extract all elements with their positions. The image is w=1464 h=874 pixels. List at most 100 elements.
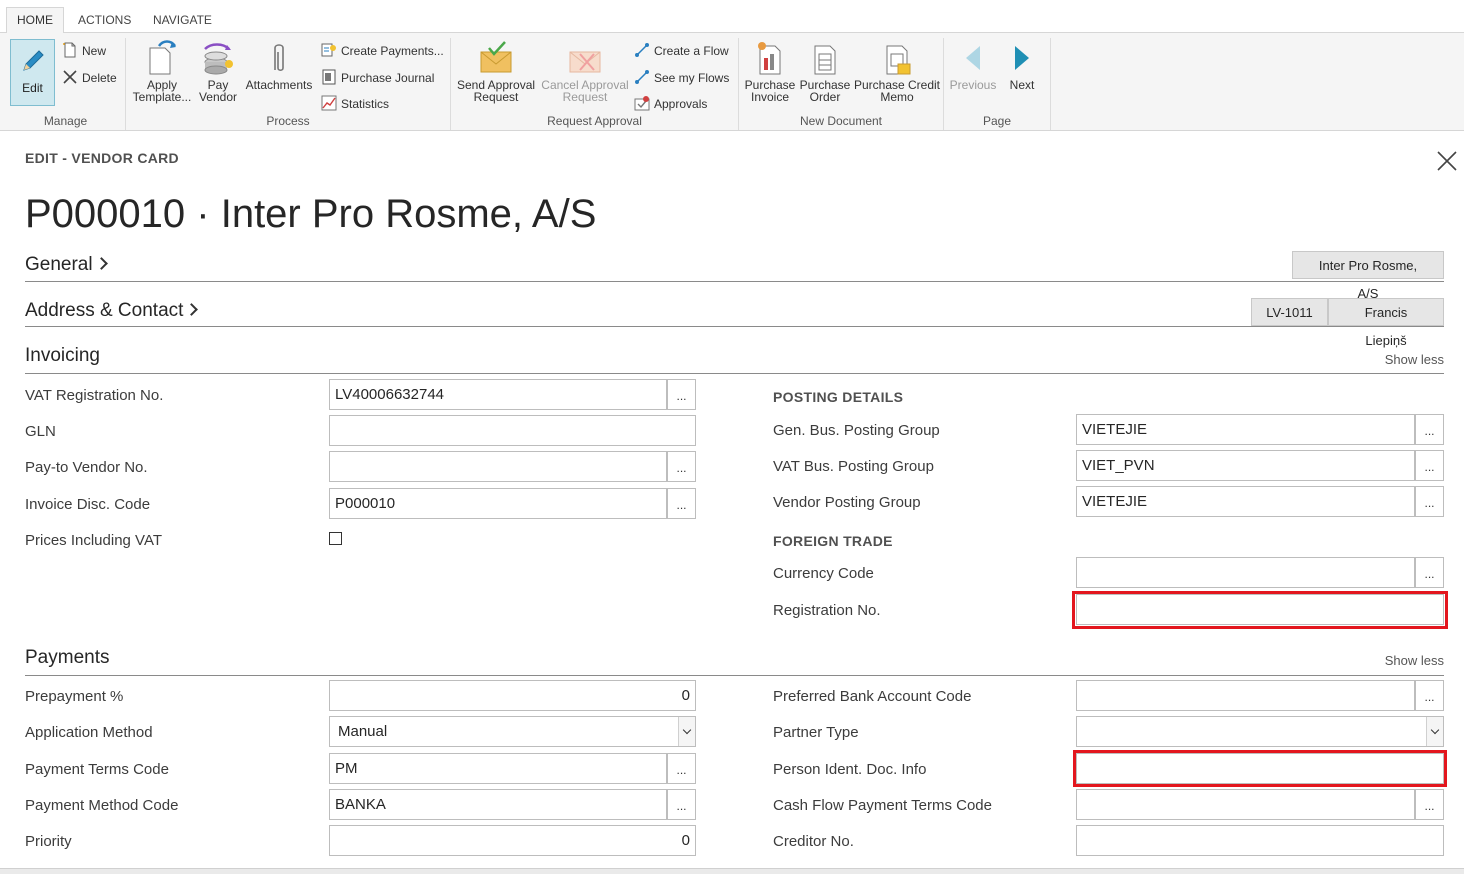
- vat-bus-posting-group-lookup-button[interactable]: ...: [1415, 450, 1444, 481]
- create-flow-button[interactable]: Create a Flow: [634, 42, 729, 60]
- payment-terms-code-lookup-button[interactable]: ...: [667, 753, 696, 784]
- partner-type-select[interactable]: [1076, 716, 1444, 747]
- pay-to-vendor-label: Pay-to Vendor No.: [25, 459, 148, 476]
- purchase-credit-memo-label-2: Memo: [880, 90, 914, 104]
- gen-bus-posting-group-lookup-button[interactable]: ...: [1415, 414, 1444, 445]
- create-payments-label: Create Payments...: [341, 44, 444, 58]
- create-payments-button[interactable]: Create Payments...: [321, 42, 444, 60]
- pay-to-vendor-lookup-button[interactable]: ...: [667, 451, 696, 482]
- apply-template-label-2: Template...: [132, 90, 192, 104]
- group-process: Apply Template... Pay Vendor Attachments…: [126, 38, 451, 130]
- prepayment-field[interactable]: 0: [329, 680, 696, 711]
- edit-button[interactable]: Edit: [10, 39, 55, 106]
- purchase-journal-button[interactable]: Purchase Journal: [321, 69, 434, 87]
- invoice-disc-code-label: Invoice Disc. Code: [25, 496, 151, 513]
- preferred-bank-account-label: Preferred Bank Account Code: [773, 688, 972, 705]
- edit-label: Edit: [22, 81, 43, 95]
- previous-arrow-icon: [956, 40, 990, 76]
- purchase-order-button[interactable]: Purchase Order: [798, 40, 852, 103]
- cancel-approval-request-button[interactable]: Cancel Approval Request: [539, 40, 631, 103]
- close-icon[interactable]: [1436, 150, 1458, 172]
- payment-method-code-field[interactable]: BANKA: [329, 789, 667, 820]
- fasttab-general-header[interactable]: General: [25, 254, 108, 276]
- invoicing-show-less-link[interactable]: Show less: [1385, 352, 1444, 367]
- purchase-invoice-icon: [753, 40, 787, 76]
- vendor-posting-group-lookup-button[interactable]: ...: [1415, 486, 1444, 517]
- previous-button[interactable]: Previous: [948, 40, 998, 91]
- approvals-icon: [634, 95, 650, 111]
- fasttab-invoicing-title[interactable]: Invoicing: [25, 345, 100, 367]
- group-label-request-approval: Request Approval: [547, 114, 642, 128]
- purchase-journal-label: Purchase Journal: [341, 71, 435, 85]
- gen-bus-posting-group-field[interactable]: VIETEJIE: [1076, 414, 1415, 445]
- cash-flow-payment-terms-label: Cash Flow Payment Terms Code: [773, 797, 992, 814]
- approvals-button[interactable]: Approvals: [634, 95, 707, 113]
- prices-including-vat-checkbox[interactable]: [329, 532, 342, 545]
- purchase-order-icon: [808, 40, 842, 76]
- pay-vendor-button[interactable]: Pay Vendor: [196, 40, 240, 103]
- preferred-bank-account-lookup-button[interactable]: ...: [1415, 680, 1444, 711]
- group-manage: Edit New Delete Manage: [6, 38, 126, 130]
- currency-code-label: Currency Code: [773, 565, 874, 582]
- attachments-button[interactable]: Attachments: [242, 40, 316, 91]
- see-my-flows-button[interactable]: See my Flows: [634, 69, 729, 87]
- purchase-invoice-button[interactable]: Purchase Invoice: [743, 40, 797, 103]
- tab-actions[interactable]: ACTIONS: [68, 8, 141, 33]
- statistics-button[interactable]: Statistics: [321, 95, 389, 113]
- pay-to-vendor-field[interactable]: [329, 451, 667, 482]
- cancel-approval-label-2: Request: [562, 90, 608, 104]
- posting-details-heading: POSTING DETAILS: [773, 389, 904, 405]
- gln-field[interactable]: [329, 415, 696, 446]
- vat-registration-lookup-button[interactable]: ...: [667, 379, 696, 410]
- cash-flow-payment-terms-lookup-button[interactable]: ...: [1415, 789, 1444, 820]
- application-method-label: Application Method: [25, 724, 153, 741]
- tab-navigate[interactable]: NAVIGATE: [143, 8, 222, 33]
- cash-flow-payment-terms-field[interactable]: [1076, 789, 1415, 820]
- creditor-no-field[interactable]: [1076, 825, 1444, 856]
- apply-template-button[interactable]: Apply Template...: [130, 40, 194, 103]
- vat-bus-posting-group-label: VAT Bus. Posting Group: [773, 458, 934, 475]
- currency-code-lookup-button[interactable]: ...: [1415, 557, 1444, 588]
- page-title: P000010 · Inter Pro Rosme, A/S: [25, 192, 597, 236]
- previous-label: Previous: [949, 78, 997, 92]
- chevron-down-icon[interactable]: [1426, 717, 1443, 746]
- vendor-posting-group-label: Vendor Posting Group: [773, 494, 921, 511]
- payment-method-code-label: Payment Method Code: [25, 797, 179, 814]
- send-approval-request-button[interactable]: Send Approval Request: [455, 40, 537, 103]
- group-label-process: Process: [266, 114, 310, 128]
- payment-terms-code-field[interactable]: PM: [329, 753, 667, 784]
- preferred-bank-account-field[interactable]: [1076, 680, 1415, 711]
- create-flow-label: Create a Flow: [654, 44, 729, 58]
- creditor-no-label: Creditor No.: [773, 833, 854, 850]
- vat-registration-field[interactable]: LV40006632744: [329, 379, 667, 410]
- group-request-approval: Send Approval Request Cancel Approval Re…: [451, 38, 739, 130]
- next-button[interactable]: Next: [1000, 40, 1044, 91]
- vendor-posting-group-field[interactable]: VIETEJIE: [1076, 486, 1415, 517]
- flow-icon: [634, 42, 650, 58]
- payment-method-code-lookup-button[interactable]: ...: [667, 789, 696, 820]
- new-button[interactable]: New: [62, 42, 106, 60]
- purchase-credit-memo-button[interactable]: Purchase Credit Memo: [853, 40, 941, 103]
- fasttab-payments: Payments Show less: [25, 644, 1444, 676]
- fasttab-invoicing: Invoicing Show less: [25, 342, 1444, 374]
- chevron-down-icon[interactable]: [678, 717, 695, 746]
- application-method-select[interactable]: Manual: [329, 716, 696, 747]
- invoice-disc-code-field[interactable]: P000010: [329, 488, 667, 519]
- payment-terms-code-label: Payment Terms Code: [25, 761, 169, 778]
- send-approval-label-2: Request: [473, 90, 519, 104]
- delete-label: Delete: [82, 71, 117, 85]
- chevron-right-icon: [94, 257, 108, 270]
- next-label: Next: [1009, 78, 1035, 92]
- delete-button[interactable]: Delete: [62, 69, 117, 87]
- tab-home[interactable]: HOME: [6, 7, 64, 34]
- fasttab-address-header[interactable]: Address & Contact: [25, 300, 199, 322]
- see-my-flows-label: See my Flows: [654, 71, 730, 85]
- general-summary-pill: Inter Pro Rosme, A/S: [1292, 251, 1444, 301]
- payments-show-less-link[interactable]: Show less: [1385, 653, 1444, 668]
- priority-field[interactable]: 0: [329, 825, 696, 856]
- invoice-disc-code-lookup-button[interactable]: ...: [667, 488, 696, 519]
- currency-code-field[interactable]: [1076, 557, 1415, 588]
- priority-label: Priority: [25, 833, 72, 850]
- fasttab-payments-title[interactable]: Payments: [25, 647, 109, 669]
- vat-bus-posting-group-field[interactable]: VIET_PVN: [1076, 450, 1415, 481]
